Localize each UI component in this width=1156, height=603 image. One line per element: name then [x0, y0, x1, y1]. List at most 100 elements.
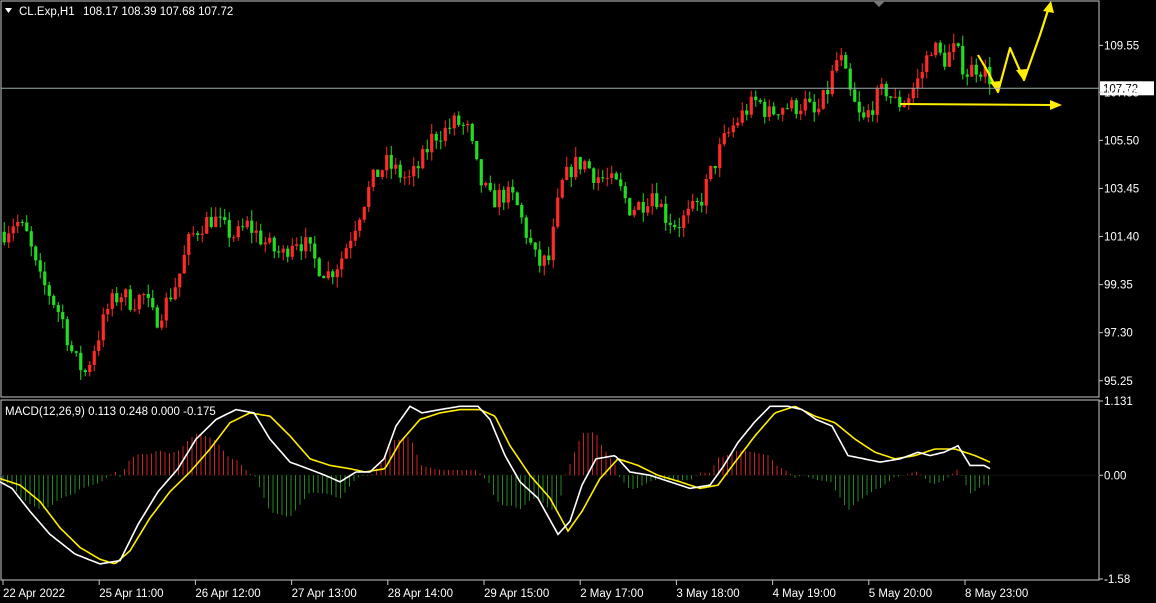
price-chart[interactable]: 107.72 CL.Exp,H1 108.17 108.39 107.68 10…: [0, 0, 1156, 603]
candle-body: [781, 108, 785, 115]
candle-body: [263, 242, 267, 245]
candle-body: [106, 308, 110, 315]
candle-body: [524, 217, 528, 238]
candle-body: [947, 52, 951, 67]
candle-body: [322, 276, 326, 279]
candle-body: [704, 179, 708, 206]
candle-body: [245, 220, 249, 228]
candle-body: [691, 200, 695, 209]
candle-body: [101, 314, 105, 341]
candle-body: [421, 148, 425, 169]
candle-body: [650, 193, 654, 207]
candle-body: [767, 106, 771, 117]
candle-body: [803, 98, 807, 111]
candle-body: [520, 205, 524, 218]
candle-body: [434, 133, 438, 141]
candle-body: [65, 319, 69, 346]
candle-body: [430, 133, 434, 153]
candle-body: [848, 68, 852, 90]
candle-body: [128, 289, 132, 310]
candle-body: [439, 140, 443, 142]
candle-body: [214, 216, 218, 228]
horizontal-forecast-arrow: [899, 103, 1053, 107]
candle-body: [11, 226, 15, 234]
candle-body: [160, 320, 164, 328]
candle-body: [497, 189, 501, 208]
candle-body: [835, 60, 839, 71]
candle-body: [182, 254, 186, 274]
candle-body: [542, 255, 546, 266]
price-axis-label: 101.40: [1104, 232, 1139, 244]
candle-body: [758, 100, 762, 102]
candle-body: [821, 89, 825, 109]
candle-body: [587, 161, 591, 169]
price-axis-label: 109.55: [1104, 40, 1139, 52]
candle-body: [745, 110, 749, 115]
candle-body: [659, 203, 663, 208]
candle-body: [623, 186, 627, 199]
candle-body: [646, 206, 650, 213]
candle-body: [772, 106, 776, 115]
candle-body: [142, 294, 146, 296]
candle-body: [304, 237, 308, 252]
candle-body: [673, 224, 677, 228]
time-axis-label: 2 May 17:00: [580, 588, 643, 600]
candle-body: [488, 183, 492, 191]
candle-body: [178, 273, 182, 288]
candle-body: [812, 101, 816, 113]
candle-body: [794, 100, 798, 115]
candle-body: [254, 230, 258, 233]
candle-body: [412, 166, 416, 177]
candle-body: [326, 271, 330, 279]
candle-body: [191, 233, 195, 235]
candle-body: [583, 161, 587, 170]
candle-body: [551, 226, 555, 261]
candle-body: [601, 177, 605, 179]
candle-body: [232, 237, 236, 239]
candle-body: [916, 78, 920, 89]
price-axis-label: 103.45: [1104, 183, 1139, 195]
candle-body: [92, 351, 96, 365]
candle-body: [956, 43, 960, 46]
macd-axis-label: 1.131: [1104, 396, 1133, 408]
candle-body: [169, 297, 173, 300]
candle-body: [173, 287, 177, 300]
candle-body: [47, 285, 51, 296]
candle-body: [655, 193, 659, 208]
candle-body: [817, 108, 821, 113]
candle-body: [911, 88, 915, 99]
candle-body: [529, 237, 533, 243]
price-axis-label: 97.30: [1104, 328, 1133, 340]
candle-body: [452, 115, 456, 129]
time-axis-label: 26 Apr 12:00: [195, 588, 260, 600]
price-axis-label: 95.25: [1104, 376, 1133, 388]
candle-body: [70, 345, 74, 352]
candle-body: [785, 108, 789, 110]
candle-body: [407, 176, 411, 178]
candle-body: [196, 233, 200, 236]
candle-body: [686, 208, 690, 216]
candle-body: [425, 148, 429, 153]
candle-body: [340, 258, 344, 270]
candle-body: [560, 179, 564, 198]
candle-body: [862, 112, 866, 118]
candle-body: [79, 352, 83, 371]
candle-body: [569, 166, 573, 178]
macd-axis: 1.131 0.00 -1.58: [1099, 396, 1133, 586]
candle-body: [466, 123, 470, 126]
candle-body: [610, 173, 614, 178]
candle-body: [268, 237, 272, 243]
candle-body: [416, 166, 420, 169]
candle-body: [475, 141, 479, 160]
time-axis-label: 22 Apr 2022: [3, 588, 65, 600]
candle-body: [605, 177, 609, 179]
candle-body: [344, 248, 348, 259]
candle-body: [713, 166, 717, 169]
candle-body: [29, 231, 33, 247]
candle-body: [331, 271, 335, 278]
candle-body: [313, 243, 317, 259]
candle-body: [457, 115, 461, 125]
candle-body: [533, 242, 537, 250]
candle-body: [731, 125, 735, 133]
candle-body: [470, 123, 474, 142]
